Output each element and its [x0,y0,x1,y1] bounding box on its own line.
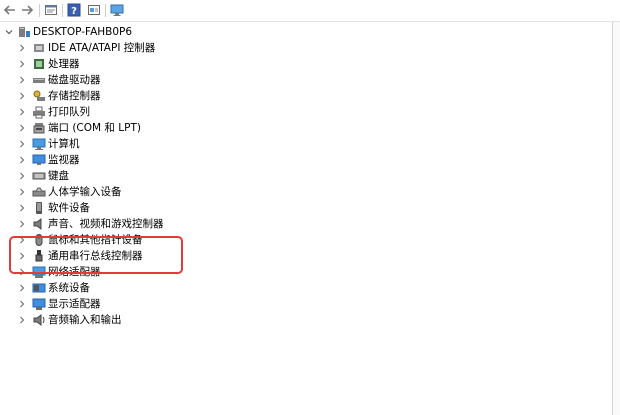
storage-controller-icon [32,89,46,103]
scrollbar-track[interactable] [613,22,620,415]
chevron-right-icon[interactable] [17,216,27,232]
chevron-right-icon[interactable] [17,296,27,312]
system-device-icon [32,281,46,295]
device-tree: DESKTOP-FAHB0P6 IDE ATA/ATAPI 控制器 处理器 磁盘… [0,22,613,415]
tree-item[interactable]: 系统设备 [0,280,600,296]
tree-item-label: 打印队列 [48,106,90,118]
tree-item-label: 音频输入和输出 [48,314,122,326]
tree-item[interactable]: 磁盘驱动器 [0,72,600,88]
tree-item-label: 声音、视频和游戏控制器 [48,218,164,230]
tree-item-label: 端口 (COM 和 LPT) [48,122,141,134]
tree-item-label: 磁盘驱动器 [48,74,101,86]
computer-icon [17,25,31,39]
chevron-right-icon[interactable] [17,280,27,296]
tree-item[interactable]: 打印队列 [0,104,600,120]
tree-item-label: 处理器 [48,58,80,70]
toolbar-separator [39,4,40,17]
tree-item-label: 人体学输入设备 [48,186,122,198]
monitor-icon[interactable] [110,3,124,17]
tree-item-label: 计算机 [48,138,80,150]
chevron-right-icon[interactable] [17,40,27,56]
tree-item[interactable]: IDE ATA/ATAPI 控制器 [0,40,600,56]
tree-item[interactable]: 监视器 [0,152,600,168]
hid-icon [32,185,46,199]
tree-item-label: 系统设备 [48,282,90,294]
toolbar: ? [0,0,620,22]
tree-item-label: 监视器 [48,154,80,166]
audio-io-icon [32,313,46,327]
tree-item[interactable]: 处理器 [0,56,600,72]
annotation-highlight-box [9,236,183,274]
toolbar-separator [105,4,106,17]
tree-root[interactable]: DESKTOP-FAHB0P6 [0,24,600,40]
chevron-down-icon[interactable] [4,24,14,40]
monitor-icon [32,153,46,167]
tree-item[interactable]: 显示适配器 [0,296,600,312]
chevron-right-icon[interactable] [17,120,27,136]
ide-controller-icon [32,41,46,55]
tree-item-label: 显示适配器 [48,298,101,310]
chevron-right-icon[interactable] [17,56,27,72]
help-icon[interactable]: ? [67,3,81,17]
disk-drive-icon [32,73,46,87]
chevron-right-icon[interactable] [17,184,27,200]
tree-item[interactable]: 软件设备 [0,200,600,216]
chevron-right-icon[interactable] [17,312,27,328]
tree-item[interactable]: 人体学输入设备 [0,184,600,200]
printer-icon [32,105,46,119]
forward-arrow-icon[interactable] [20,3,34,17]
tree-item-label: 软件设备 [48,202,90,214]
tree-item-label: 存储控制器 [48,90,101,102]
update-driver-icon[interactable] [87,3,101,17]
tree-item[interactable]: 计算机 [0,136,600,152]
back-arrow-icon[interactable] [3,3,17,17]
chevron-right-icon[interactable] [17,136,27,152]
chevron-right-icon[interactable] [17,152,27,168]
tree-item[interactable]: 键盘 [0,168,600,184]
software-device-icon [32,201,46,215]
chevron-right-icon[interactable] [17,200,27,216]
port-icon [32,121,46,135]
tree-item-label: 键盘 [48,170,69,182]
tree-item[interactable]: 声音、视频和游戏控制器 [0,216,600,232]
sound-icon [32,217,46,231]
display-adapter-icon [32,297,46,311]
chevron-right-icon[interactable] [17,104,27,120]
chevron-right-icon[interactable] [17,168,27,184]
tree-item[interactable]: 存储控制器 [0,88,600,104]
tree-item-label: IDE ATA/ATAPI 控制器 [48,42,156,54]
chevron-right-icon[interactable] [17,88,27,104]
properties-icon[interactable] [44,3,58,17]
computer-icon [32,137,46,151]
processor-icon [32,57,46,71]
tree-item[interactable]: 端口 (COM 和 LPT) [0,120,600,136]
chevron-right-icon[interactable] [17,72,27,88]
keyboard-icon [32,169,46,183]
toolbar-separator [62,4,63,17]
tree-root-label: DESKTOP-FAHB0P6 [33,26,133,38]
svg-text:?: ? [71,6,77,17]
tree-item[interactable]: 音频输入和输出 [0,312,600,328]
